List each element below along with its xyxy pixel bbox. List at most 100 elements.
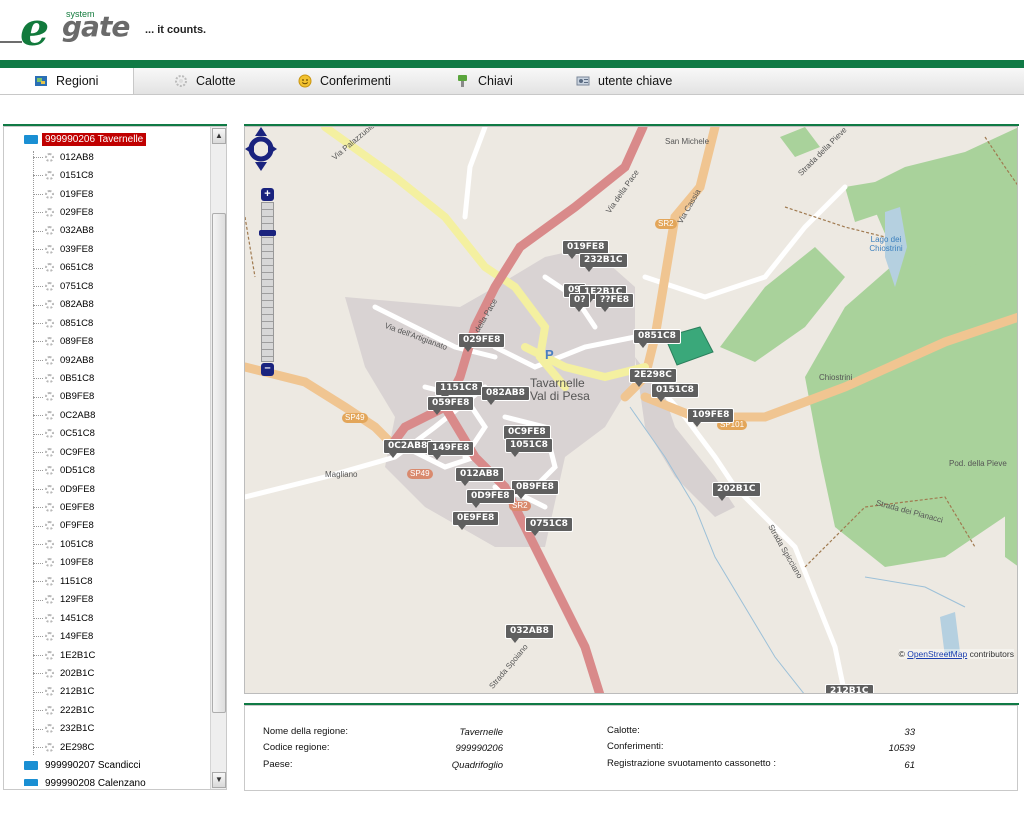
tree-node[interactable]: 222B1C xyxy=(4,701,209,719)
tree-node[interactable]: 1E2B1C xyxy=(4,646,209,664)
tree-node-label: 2E298C xyxy=(60,741,95,753)
map-marker[interactable]: 0D9FE8 xyxy=(466,489,515,508)
tree-node[interactable]: 0D51C8 xyxy=(4,461,209,479)
tree-node[interactable]: 019FE8 xyxy=(4,185,209,203)
tree-scrollbar[interactable]: ▲ ▼ xyxy=(210,127,226,789)
tree-node-label: 232B1C xyxy=(60,723,95,735)
tree-root-tavernelle[interactable]: 999990206 Tavernelle xyxy=(4,130,209,148)
gear-icon xyxy=(45,337,54,347)
map-marker[interactable]: 109FE8 xyxy=(687,408,735,427)
tree-branch-line xyxy=(33,710,43,712)
tab-utente-chiave[interactable]: utente chiave xyxy=(576,68,672,94)
tree-node[interactable]: 2E298C xyxy=(4,738,209,756)
gear-icon xyxy=(45,189,54,199)
tree-root-scandicci[interactable]: 999990207 Scandicci xyxy=(4,756,209,774)
map-marker[interactable]: 032AB8 xyxy=(505,624,554,643)
tree-node[interactable]: 1151C8 xyxy=(4,572,209,590)
zoom-in-button[interactable]: + xyxy=(261,188,274,201)
tree-node[interactable]: 0B9FE8 xyxy=(4,388,209,406)
tree-node-label: 149FE8 xyxy=(60,631,94,643)
gear-icon xyxy=(174,74,188,88)
tree-node[interactable]: 012AB8 xyxy=(4,148,209,166)
tree-node[interactable]: 0651C8 xyxy=(4,259,209,277)
tree-node[interactable]: 0B51C8 xyxy=(4,369,209,387)
zoom-slider-track[interactable] xyxy=(261,202,274,362)
road-label-sp49-west: SP49 xyxy=(342,413,368,423)
tree-node[interactable]: 0C2AB8 xyxy=(4,406,209,424)
map-marker[interactable]: 012AB8 xyxy=(455,467,504,486)
tagline: ... it counts. xyxy=(145,24,207,36)
tree-node[interactable]: 0D9FE8 xyxy=(4,480,209,498)
gear-icon xyxy=(45,632,54,642)
tree-node[interactable]: 089FE8 xyxy=(4,332,209,350)
openstreetmap-link[interactable]: OpenStreetMap xyxy=(907,649,967,659)
map-marker[interactable]: 232B1C xyxy=(579,253,628,272)
tree-node[interactable]: 0751C8 xyxy=(4,277,209,295)
user-key-icon xyxy=(576,74,590,88)
tree-root-calenzano[interactable]: 999990208 Calenzano xyxy=(4,774,209,786)
tree-node[interactable]: 1051C8 xyxy=(4,535,209,553)
scroll-up-button[interactable]: ▲ xyxy=(212,128,226,144)
map-marker[interactable]: 0151C8 xyxy=(651,383,699,402)
gear-icon xyxy=(45,484,54,494)
tree-branch-line xyxy=(33,359,43,361)
map-view[interactable]: San Michele Lago dei Chiostrini Chiostri… xyxy=(244,126,1018,694)
gear-icon xyxy=(45,208,54,218)
map-marker[interactable]: 202B1C xyxy=(712,482,761,501)
map-marker[interactable]: 0? xyxy=(569,293,591,312)
pan-control[interactable] xyxy=(245,127,277,171)
scroll-thumb[interactable] xyxy=(212,213,226,713)
map-marker[interactable]: 0C2AB8 xyxy=(383,439,433,458)
map-marker[interactable]: 1051C8 xyxy=(505,438,553,457)
tree-node[interactable]: 039FE8 xyxy=(4,240,209,258)
tree-branch-line xyxy=(33,581,43,583)
map-marker[interactable]: ??FE8 xyxy=(595,293,634,312)
map-marker[interactable]: 2E298C xyxy=(629,368,677,387)
zoom-slider-handle[interactable] xyxy=(259,230,276,236)
tree-node[interactable]: 232B1C xyxy=(4,720,209,738)
map-marker[interactable]: 0751C8 xyxy=(525,517,573,536)
map-marker[interactable]: 0851C8 xyxy=(633,329,681,348)
scroll-down-button[interactable]: ▼ xyxy=(212,772,226,788)
tab-chiavi[interactable]: Chiavi xyxy=(456,68,513,94)
tree-branch-line xyxy=(33,470,43,472)
tree-node[interactable]: 092AB8 xyxy=(4,351,209,369)
tree-node[interactable]: 0F9FE8 xyxy=(4,517,209,535)
tree-node[interactable]: 029FE8 xyxy=(4,203,209,221)
tree-node[interactable]: 212B1C xyxy=(4,683,209,701)
tree-node[interactable]: 0851C8 xyxy=(4,314,209,332)
gear-icon xyxy=(45,447,54,457)
logo-e: e xyxy=(20,2,50,56)
tree-node[interactable]: 082AB8 xyxy=(4,296,209,314)
tree-node[interactable]: 0151C8 xyxy=(4,166,209,184)
tab-regioni[interactable]: Regioni xyxy=(0,68,134,94)
map-marker[interactable]: 0B9FE8 xyxy=(511,480,559,499)
tree-node[interactable]: 0E9FE8 xyxy=(4,498,209,516)
tree-node[interactable]: 032AB8 xyxy=(4,222,209,240)
info-label-conferimenti: Conferimenti: xyxy=(607,741,664,752)
tree-node[interactable]: 149FE8 xyxy=(4,627,209,645)
zoom-out-button[interactable]: – xyxy=(261,363,274,376)
map-label-san-michele: San Michele xyxy=(665,137,710,146)
tree-branch-line xyxy=(33,415,43,417)
region-tree-panel: 999990206 Tavernelle 012AB8 0151C8 019FE8 0… xyxy=(3,126,227,790)
map-marker[interactable]: 0E9FE8 xyxy=(452,511,500,530)
map-marker[interactable]: 082AB8 xyxy=(481,386,530,405)
map-marker[interactable]: 1151C8 xyxy=(435,381,483,400)
info-value-codice: 999990206 xyxy=(455,743,503,754)
tab-conferimenti[interactable]: Conferimenti xyxy=(298,68,391,94)
map-marker[interactable]: 059FE8 xyxy=(427,396,475,415)
tree-node[interactable]: 129FE8 xyxy=(4,591,209,609)
map-label-pod-pieve: Pod. della Pieve xyxy=(949,459,1007,468)
tree-node[interactable]: 0C9FE8 xyxy=(4,443,209,461)
map-marker[interactable]: 212B1C xyxy=(825,684,874,693)
tab-calotte[interactable]: Calotte xyxy=(174,68,236,94)
tree-node[interactable]: 109FE8 xyxy=(4,554,209,572)
tree-node[interactable]: 0C51C8 xyxy=(4,425,209,443)
gear-icon xyxy=(45,281,54,291)
tree-node[interactable]: 202B1C xyxy=(4,664,209,682)
map-marker[interactable]: 029FE8 xyxy=(458,333,506,352)
tree-branch-line xyxy=(33,378,43,380)
map-marker[interactable]: 149FE8 xyxy=(427,441,475,460)
tree-node[interactable]: 1451C8 xyxy=(4,609,209,627)
